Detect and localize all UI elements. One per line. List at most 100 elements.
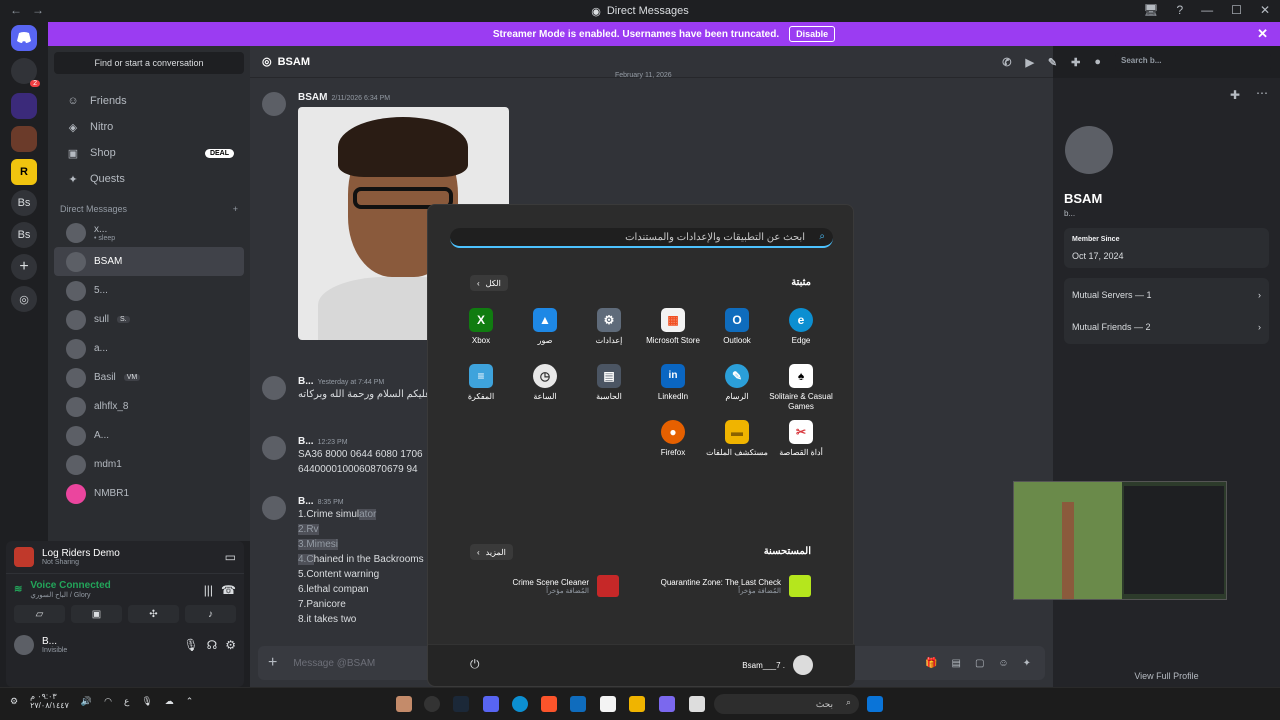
close-window-button[interactable]: ✕ <box>1260 3 1270 17</box>
add-friends-icon[interactable]: ✚ <box>1071 56 1080 69</box>
dm-item[interactable]: sull S. <box>54 305 244 334</box>
app-file-explorer[interactable]: ▬ مستكشف الملفات <box>705 420 769 458</box>
gear-icon[interactable]: ⚙ <box>225 638 236 652</box>
user-profile-icon[interactable]: ● <box>1094 56 1101 68</box>
pin-icon[interactable]: ✎ <box>1048 56 1057 69</box>
app-photos[interactable]: ▲ صور <box>513 308 577 346</box>
server-icon[interactable] <box>11 93 37 119</box>
spoiler-text[interactable]: ator <box>359 509 377 520</box>
more-icon[interactable]: ⋯ <box>1256 86 1268 100</box>
message-author[interactable]: B... <box>298 496 314 507</box>
avatar[interactable] <box>262 376 286 400</box>
back-arrow-icon[interactable]: ← <box>10 3 22 17</box>
message-author[interactable]: B... <box>298 376 314 387</box>
start-search-input[interactable]: ابحث عن التطبيقات والإعدادات والمستندات ⌕ <box>450 228 833 248</box>
power-icon[interactable]: ⏻ <box>470 657 480 672</box>
windows-start-icon[interactable] <box>867 696 883 712</box>
avatar[interactable] <box>262 436 286 460</box>
store-icon[interactable] <box>600 696 616 712</box>
taskbar-search[interactable]: بحث ⌕ <box>714 694 859 714</box>
chevron-up-icon[interactable]: ⌃ <box>186 696 194 707</box>
avatar[interactable] <box>14 635 34 655</box>
dm-item[interactable]: alhflx_8 <box>54 392 244 421</box>
recommended-item[interactable]: Crime Scene Cleaner المُضافة مؤخراً <box>513 575 619 597</box>
app-settings[interactable]: ⚙ إعدادات <box>577 308 641 346</box>
help-icon[interactable]: ? <box>1176 3 1183 17</box>
forward-arrow-icon[interactable]: → <box>32 3 44 17</box>
app-linkedin[interactable]: in LinkedIn <box>641 364 705 402</box>
app-edge[interactable]: e Edge <box>769 308 833 346</box>
dm-item-active[interactable]: BSAM <box>54 247 244 276</box>
folder-icon[interactable] <box>629 696 645 712</box>
volume-icon[interactable]: 🔊 <box>81 696 92 707</box>
video-call-icon[interactable]: ▶ <box>1025 56 1033 69</box>
view-full-profile-link[interactable]: View Full Profile <box>1053 671 1280 681</box>
inbox-icon[interactable]: 🖥 <box>1143 3 1158 17</box>
server-icon[interactable]: Bs <box>11 222 37 248</box>
outlook-icon[interactable] <box>570 696 586 712</box>
discover-icon[interactable]: ◎ <box>11 286 37 312</box>
app-microsoft-store[interactable]: ▦ Microsoft Store <box>641 308 705 346</box>
dm-item[interactable]: NMBR1 <box>54 479 244 508</box>
microphone-icon[interactable]: 🎙 <box>141 696 152 707</box>
add-server-icon[interactable]: + <box>11 254 37 280</box>
server-avatar[interactable]: 2 <box>11 58 40 87</box>
cloud-icon[interactable]: ☁ <box>165 696 174 707</box>
stream-preview[interactable] <box>1013 481 1227 600</box>
taskbar-app-icon[interactable] <box>396 696 412 712</box>
dm-item[interactable]: mdm1 <box>54 450 244 479</box>
server-icon[interactable]: R <box>11 159 37 185</box>
gift-icon[interactable]: 🎁 <box>925 658 937 669</box>
edge-icon[interactable] <box>512 696 528 712</box>
spoiler-text[interactable]: 4.C <box>298 554 314 565</box>
profile-avatar[interactable] <box>1065 126 1113 174</box>
app-calculator[interactable]: ▤ الحاسبة <box>577 364 641 402</box>
app-snipping-tool[interactable]: ✂ أداة القصاصة <box>769 420 833 458</box>
add-dm-icon[interactable]: + <box>233 204 238 214</box>
app-firefox[interactable]: ● Firefox <box>641 420 705 458</box>
app-outlook[interactable]: O Outlook <box>705 308 769 346</box>
nav-quests[interactable]: ✦ Quests <box>54 166 244 192</box>
language-indicator[interactable]: ع <box>124 696 129 707</box>
home-button[interactable] <box>11 25 37 51</box>
avatar[interactable] <box>262 496 286 520</box>
taskbar-app-icon[interactable] <box>424 696 440 712</box>
app-notepad[interactable]: ≡ المفكرة <box>449 364 513 402</box>
voice-call-icon[interactable]: ✆ <box>1002 56 1011 69</box>
discord-taskbar-icon[interactable] <box>483 696 499 712</box>
app-solitaire[interactable]: ♠ Solitaire & Casual Games <box>769 364 833 412</box>
microphone-icon[interactable]: 🎙 <box>183 638 198 652</box>
spoiler-text[interactable]: 2.Rv <box>298 524 319 535</box>
add-attachment-icon[interactable]: + <box>268 654 277 672</box>
maximize-button[interactable]: ☐ <box>1231 3 1242 17</box>
wifi-icon[interactable]: ◠ <box>104 696 112 707</box>
mutual-friends-row[interactable]: Mutual Friends — 2 › <box>1072 322 1261 332</box>
soundboard-icon[interactable]: ||| <box>204 583 213 597</box>
dm-item[interactable]: 5... <box>54 276 244 305</box>
app-clock[interactable]: ◷ الساعة <box>513 364 577 402</box>
server-icon[interactable] <box>11 126 37 152</box>
start-user[interactable]: Bsam___7 . <box>742 655 813 675</box>
apps-icon[interactable]: ✦ <box>1023 658 1031 669</box>
gif-icon[interactable]: ▤ <box>951 658 960 669</box>
disconnect-icon[interactable]: ☎ <box>221 583 236 597</box>
all-apps-button[interactable]: ‹ الكل <box>470 275 508 291</box>
headphones-icon[interactable]: ☊ <box>207 638 218 652</box>
dm-item[interactable]: a... <box>54 334 244 363</box>
taskbar-app-icon[interactable] <box>689 696 705 712</box>
minimize-button[interactable]: — <box>1201 3 1213 17</box>
server-icon[interactable]: Bs <box>11 190 37 216</box>
settings-icon[interactable]: ⚙ <box>10 696 18 707</box>
find-conversation-button[interactable]: Find or start a conversation <box>54 52 244 74</box>
nav-shop[interactable]: ▣ Shop DEAL <box>54 140 244 166</box>
steam-icon[interactable] <box>453 696 469 712</box>
soundboard-button[interactable]: ♪ <box>185 605 236 623</box>
dm-item[interactable]: A... <box>54 421 244 450</box>
emoji-icon[interactable]: ☺ <box>998 658 1008 669</box>
avatar[interactable] <box>262 92 286 116</box>
message-author[interactable]: BSAM <box>298 92 327 103</box>
nav-nitro[interactable]: ◈ Nitro <box>54 114 244 140</box>
disable-button[interactable]: Disable <box>789 26 836 42</box>
close-banner-icon[interactable]: ✕ <box>1257 26 1268 42</box>
sticker-icon[interactable]: ▢ <box>975 658 984 669</box>
